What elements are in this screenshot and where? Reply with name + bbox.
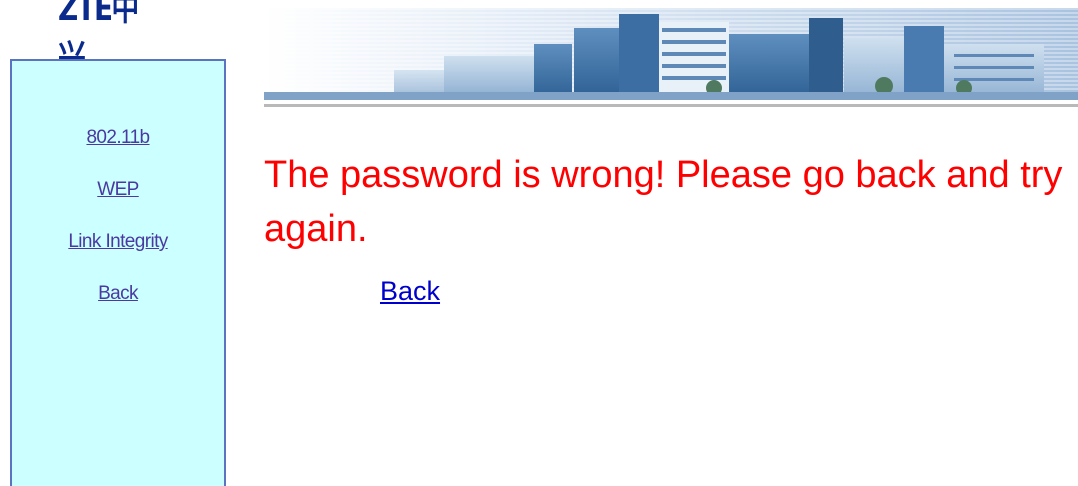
header-banner-image <box>264 8 1078 100</box>
zte-logo: ZTE中兴 <box>58 0 139 78</box>
nav-item-back: Back <box>12 279 224 331</box>
error-message: The password is wrong! Please go back an… <box>264 154 1063 250</box>
header-divider <box>264 104 1078 107</box>
nav-item-80211b: 802.11b <box>12 123 224 175</box>
nav-list: 802.11b WEP Link Integrity Back <box>12 123 224 331</box>
nav-item-wep: WEP <box>12 175 224 227</box>
building-skyline-graphic <box>264 8 1078 100</box>
back-link[interactable]: Back <box>380 276 440 307</box>
nav-item-link-integrity: Link Integrity <box>12 227 224 279</box>
nav-link-wep[interactable]: WEP <box>97 179 139 200</box>
nav-link-80211b[interactable]: 802.11b <box>86 127 150 148</box>
page: ZTE中兴 802.11b WEP Link Integrity Back Th… <box>0 0 1078 486</box>
nav-link-back[interactable]: Back <box>98 283 138 304</box>
nav-link-link-integrity[interactable]: Link Integrity <box>68 231 168 252</box>
sidebar-nav: 802.11b WEP Link Integrity Back <box>10 59 226 486</box>
